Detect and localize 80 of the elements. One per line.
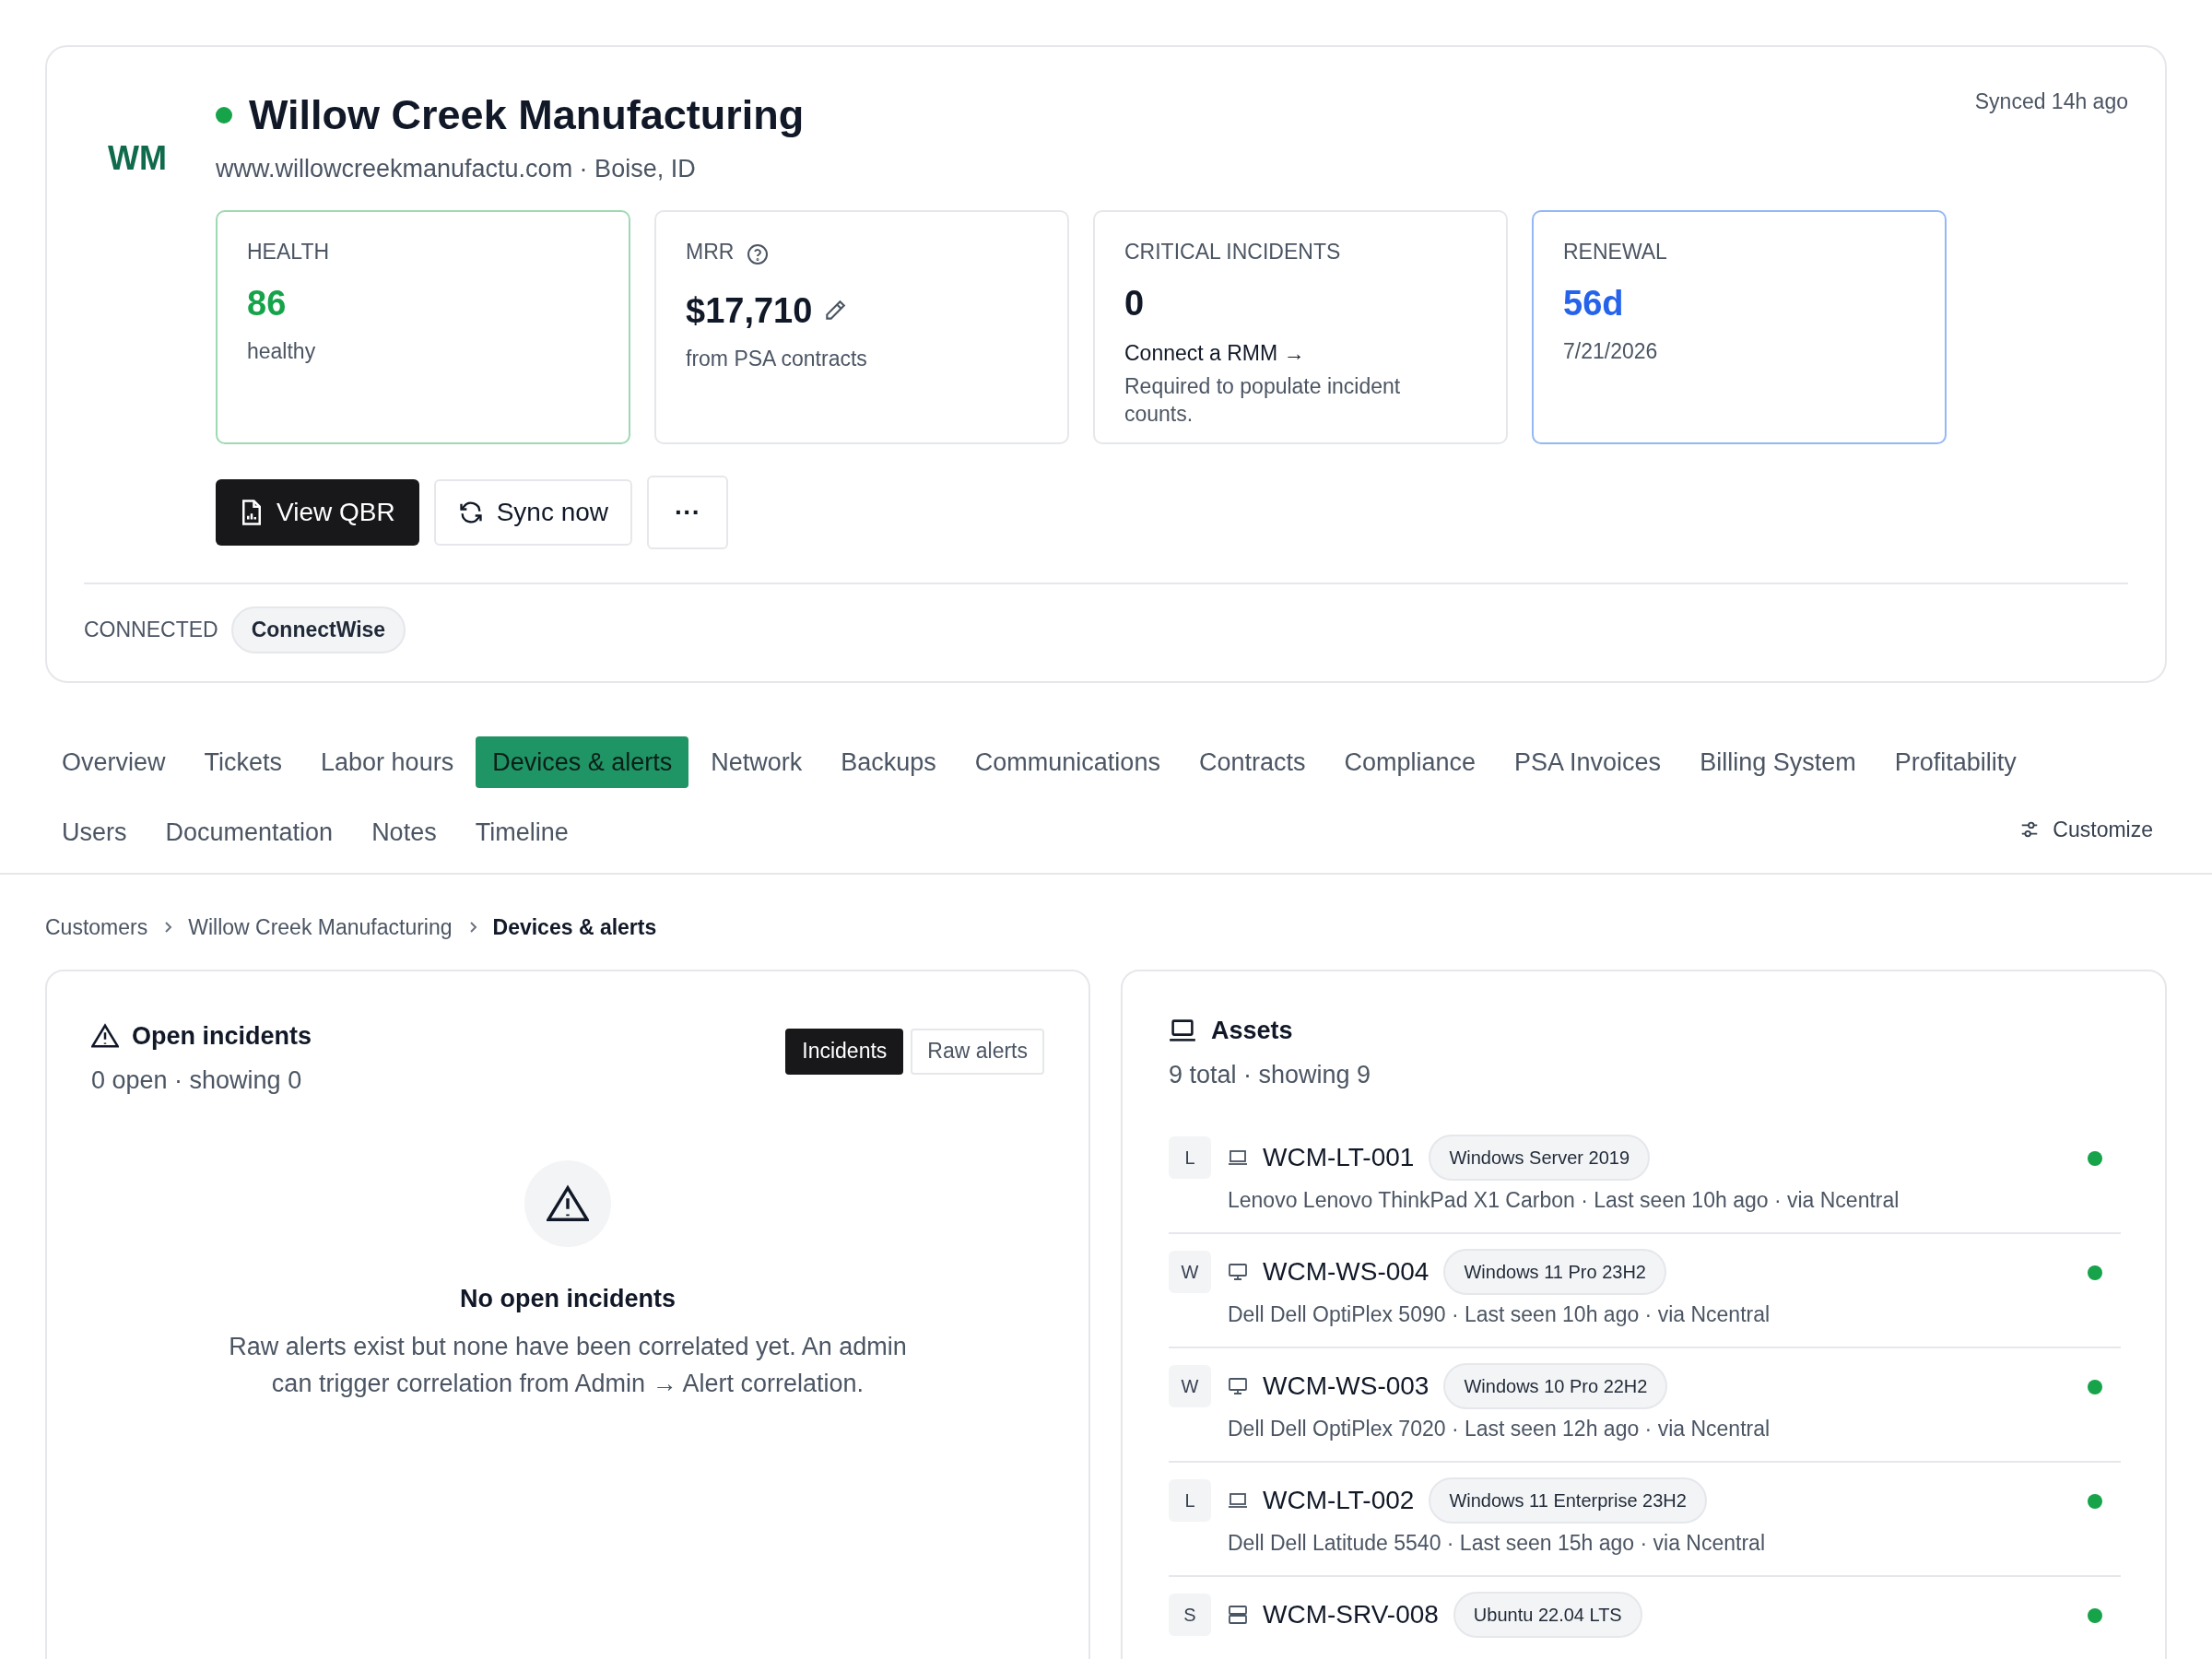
- laptop-icon: [1169, 1018, 1196, 1042]
- device-details: Dell Dell OptiPlex 7020 · Last seen 12h ago · via Ncentral: [1228, 1415, 1771, 1442]
- metric-label: HEALTH: [247, 239, 330, 265]
- metric-note: from PSA contracts: [686, 345, 868, 372]
- server-icon: [1228, 1604, 1248, 1625]
- customer-name: Willow Creek Manufacturing: [249, 90, 805, 140]
- metric-label: CRITICAL INCIDENTS: [1124, 239, 1341, 265]
- nav-tab[interactable]: Labor hours: [304, 736, 471, 788]
- panel-title: Open incidents: [132, 1020, 312, 1052]
- os-pill: Windows 11 Enterprise 23H2: [1429, 1477, 1707, 1524]
- os-pill: Ubuntu 22.04 LTS: [1453, 1591, 1642, 1638]
- device-type-badge: S: [1169, 1593, 1211, 1636]
- nav-tab[interactable]: Compliance: [1327, 736, 1493, 788]
- nav-tab[interactable]: Notes: [355, 806, 453, 858]
- laptop-icon: [1228, 1491, 1248, 1509]
- device-name[interactable]: WCM-SRV-008: [1263, 1594, 1439, 1634]
- nav-tab[interactable]: Tickets: [187, 736, 300, 788]
- device-details: Lenovo Lenovo ThinkPad X1 Carbon · Last seen 10h ago · via Ncentral: [1228, 1186, 1900, 1214]
- nav-tab[interactable]: Contracts: [1182, 736, 1323, 788]
- refresh-icon: [457, 500, 484, 525]
- nav-tab[interactable]: Devices & alerts: [476, 736, 689, 788]
- nav-tab[interactable]: Profitability: [1877, 736, 2033, 788]
- monitor-icon: [1228, 1262, 1248, 1281]
- nav-tab[interactable]: Communications: [958, 736, 1177, 788]
- empty-description: Raw alerts exist but none have been correlated yet. An admin can trigger correlation from Admin → Alert correlation.: [228, 1332, 908, 1399]
- os-pill: Windows 11 Pro 23H2: [1443, 1248, 1666, 1295]
- panel-title: Assets: [1211, 1015, 1293, 1046]
- breadcrumb-item: Devices & alerts: [492, 914, 657, 941]
- metric-note: Required to populate incident counts.: [1124, 373, 1402, 428]
- integration-pill: ConnectWise: [230, 606, 406, 653]
- nav-tab[interactable]: Overview: [45, 736, 182, 788]
- device-type-badge: L: [1169, 1478, 1211, 1522]
- monitor-icon: [1228, 1376, 1248, 1395]
- metric-value: $17,710: [686, 289, 813, 332]
- device-name[interactable]: WCM-LT-001: [1263, 1137, 1415, 1177]
- sync-status: Synced 14h ago: [1974, 88, 2128, 115]
- device-type-badge: W: [1169, 1364, 1211, 1407]
- device-details: Dell Dell OptiPlex 5090 · Last seen 10h ago · via Ncentral: [1228, 1300, 1771, 1328]
- edit-icon[interactable]: [823, 299, 848, 323]
- view-toggle[interactable]: Incidents: [785, 1028, 904, 1075]
- nav-tab[interactable]: Documentation: [148, 806, 350, 858]
- device-type-badge: L: [1169, 1135, 1211, 1179]
- nav-tab[interactable]: Users: [45, 806, 144, 858]
- warning-icon: [91, 1022, 119, 1049]
- more-button[interactable]: ···: [647, 476, 729, 549]
- customer-subtitle: www.willowcreekmanufactu.com · Boise, ID: [216, 153, 697, 184]
- view-toggle[interactable]: Raw alerts: [911, 1028, 1044, 1075]
- nav-tab[interactable]: Backups: [824, 736, 953, 788]
- breadcrumb-item[interactable]: Customers: [45, 912, 148, 944]
- help-icon[interactable]: [747, 243, 770, 266]
- nav-tab[interactable]: Timeline: [458, 806, 585, 858]
- device-name[interactable]: WCM-WS-004: [1263, 1252, 1430, 1291]
- nav-tab[interactable]: Billing System: [1683, 736, 1873, 788]
- device-details: Dell Dell Latitude 5540 · Last seen 15h ago · via Ncentral: [1228, 1529, 1766, 1557]
- breadcrumb-item[interactable]: Willow Creek Manufacturing: [188, 912, 453, 944]
- panel-subtitle: 0 open · showing 0: [91, 1065, 303, 1096]
- report-icon: [240, 499, 264, 526]
- metric-value: 86: [247, 282, 287, 324]
- device-name[interactable]: WCM-WS-003: [1263, 1366, 1430, 1406]
- os-pill: Windows Server 2019: [1429, 1134, 1651, 1181]
- metric-label: RENEWAL: [1563, 239, 1667, 265]
- customize-button[interactable]: Customize: [2019, 813, 2153, 845]
- nav-tab[interactable]: Network: [694, 736, 819, 788]
- metric-value: 56d: [1563, 282, 1624, 324]
- empty-title: No open incidents: [460, 1283, 676, 1314]
- metric-value: 0: [1124, 282, 1145, 324]
- device-name[interactable]: WCM-LT-002: [1263, 1480, 1415, 1520]
- metric-label: MRR: [686, 239, 735, 265]
- nav-tab[interactable]: PSA Invoices: [1498, 736, 1678, 788]
- connect-link[interactable]: Connect a RMM →: [1124, 336, 1477, 369]
- connected-label: CONNECTED: [84, 617, 218, 643]
- laptop-icon: [1228, 1148, 1248, 1166]
- device-type-badge: W: [1169, 1250, 1211, 1293]
- metric-note: healthy: [247, 337, 317, 365]
- panel-subtitle: 9 total · showing 9: [1169, 1060, 1372, 1090]
- sync-button[interactable]: Sync now: [433, 479, 633, 546]
- metric-note: 7/21/2026: [1563, 337, 1659, 365]
- view-qbr-button[interactable]: View QBR: [216, 479, 419, 546]
- customer-initials: WM: [108, 138, 167, 179]
- os-pill: Windows 10 Pro 22H2: [1443, 1362, 1668, 1409]
